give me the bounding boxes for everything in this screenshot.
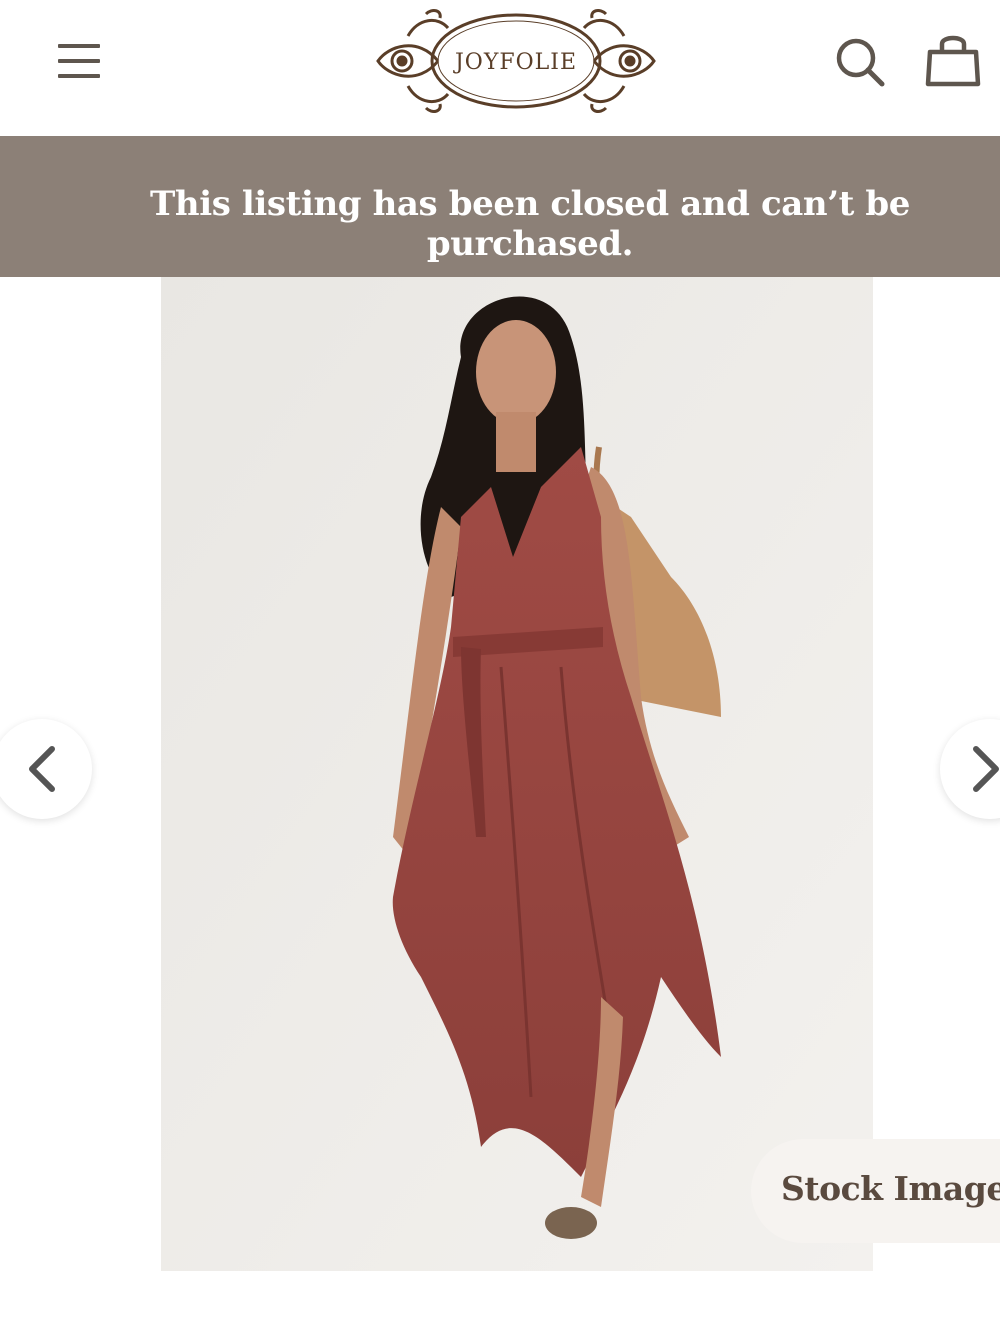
logo-wordmark: JOYFOLIE	[454, 50, 578, 75]
next-image-button[interactable]	[940, 719, 1000, 819]
product-gallery: Stock Image	[0, 277, 1000, 1277]
closed-listing-message: This listing has been closed and can’t b…	[149, 184, 911, 264]
menu-icon-bar	[58, 74, 100, 78]
menu-icon-bar	[58, 59, 100, 63]
site-header: JOYFOLIE	[0, 0, 1000, 136]
cart-button[interactable]	[920, 28, 986, 94]
product-photo[interactable]	[161, 277, 873, 1271]
stock-image-label: Stock Image	[781, 1169, 1000, 1208]
shopping-bag-icon	[925, 35, 981, 87]
chevron-right-icon	[973, 746, 999, 792]
stock-image-badge: Stock Image	[751, 1139, 1000, 1243]
model-dress-illustration	[161, 277, 873, 1271]
previous-image-button[interactable]	[0, 719, 92, 819]
brand-logo[interactable]: JOYFOLIE	[368, 6, 664, 114]
search-icon	[836, 38, 885, 87]
chevron-left-icon	[29, 746, 55, 792]
menu-button[interactable]	[52, 38, 106, 84]
closed-listing-banner: This listing has been closed and can’t b…	[0, 136, 1000, 277]
search-button[interactable]	[830, 32, 890, 92]
menu-icon-bar	[58, 44, 100, 48]
